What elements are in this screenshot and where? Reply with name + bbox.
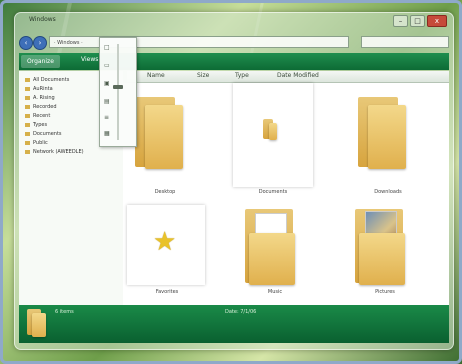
column-size[interactable]: Size — [197, 72, 209, 79]
view-size-mark[interactable]: ▭ — [104, 62, 110, 69]
views-button[interactable]: Views — [81, 56, 98, 63]
folder-front — [368, 105, 406, 169]
folder-front — [359, 233, 405, 285]
folder-icon — [25, 86, 30, 91]
organize-button[interactable]: Organize — [21, 55, 60, 68]
tile-label: Desktop — [154, 189, 176, 195]
window-controls: – □ x — [393, 15, 447, 27]
folder-icon — [25, 131, 30, 136]
nav-item[interactable]: Types — [25, 122, 47, 128]
tile-label: Documents — [258, 189, 288, 195]
nav-item[interactable]: Recorded — [25, 104, 57, 110]
folder-tile-downloads[interactable]: Downloads — [348, 93, 428, 203]
status-date: Date: 7/1/06 — [225, 309, 257, 315]
search-input[interactable] — [361, 36, 449, 48]
folder-icon — [25, 104, 30, 109]
folder-icon — [25, 122, 30, 127]
column-name[interactable]: Name — [147, 72, 165, 79]
toolbar: Organize Views — [19, 53, 449, 70]
nav-item[interactable]: All Documents — [25, 77, 69, 83]
title-bar[interactable]: Windows – □ x — [15, 13, 453, 31]
nav-item[interactable]: Public — [25, 140, 48, 146]
star-icon: ★ — [153, 227, 177, 257]
slider-track[interactable] — [117, 44, 119, 140]
folder-tile-documents[interactable]: Documents — [233, 83, 313, 203]
nav-item[interactable]: Documents — [25, 131, 62, 137]
nav-item[interactable]: AuRinta — [25, 86, 53, 92]
folder-icon — [25, 113, 30, 118]
view-size-mark[interactable]: □ — [104, 44, 110, 51]
tile-label: Pictures — [375, 289, 395, 295]
tile-label: Downloads — [374, 189, 402, 195]
forward-button[interactable]: › — [33, 36, 47, 50]
folder-front — [145, 105, 183, 169]
back-button[interactable]: ‹ — [19, 36, 33, 50]
file-view: Desktop Documents Downloads ★ Favorites … — [123, 83, 449, 307]
nav-item[interactable]: A. Rising — [25, 95, 55, 101]
explorer-window: Windows – □ x ‹ › · Windows · Organize V… — [14, 12, 454, 350]
address-row: ‹ › · Windows · — [19, 35, 449, 51]
folder-tile-pictures[interactable]: Pictures — [345, 205, 425, 305]
slider-thumb[interactable] — [113, 85, 123, 90]
nav-item[interactable]: Network (AWEEDLE) — [25, 149, 84, 155]
folder-front — [249, 233, 295, 285]
address-bar[interactable]: · Windows · — [49, 36, 349, 48]
tile-label: Music — [267, 289, 283, 295]
folder-tile-desktop[interactable]: Desktop — [125, 93, 205, 203]
view-size-mark[interactable]: ▤ — [104, 98, 110, 105]
folder-front — [269, 123, 277, 140]
nav-item[interactable]: Recent — [25, 113, 50, 119]
maximize-button[interactable]: □ — [410, 15, 425, 27]
details-pane: 6 items Date: 7/1/06 — [19, 305, 449, 343]
column-date-modified[interactable]: Date Modified — [277, 72, 319, 79]
view-size-mark[interactable]: ≡ — [104, 114, 109, 121]
close-button[interactable]: x — [427, 15, 447, 27]
view-size-mark[interactable]: ▦ — [104, 130, 110, 137]
view-size-mark[interactable]: ▣ — [104, 80, 110, 87]
folder-icon — [25, 95, 30, 100]
column-type[interactable]: Type — [235, 72, 249, 79]
folder-icon — [25, 77, 30, 82]
column-headers: Name Size Type Date Modified — [127, 71, 449, 83]
folder-tile-music[interactable]: Music — [235, 205, 315, 305]
minimize-button[interactable]: – — [393, 15, 408, 27]
status-item-count: 6 items — [55, 309, 74, 315]
view-size-slider[interactable]: □ ▭ ▣ ▤ ≡ ▦ — [99, 37, 137, 147]
folder-tile-favorites[interactable]: ★ Favorites — [127, 205, 207, 305]
window-title: Windows — [29, 16, 56, 23]
folder-icon — [25, 140, 30, 145]
network-icon — [25, 149, 30, 154]
tile-label: Favorites — [155, 289, 179, 295]
folder-icon — [27, 309, 47, 337]
